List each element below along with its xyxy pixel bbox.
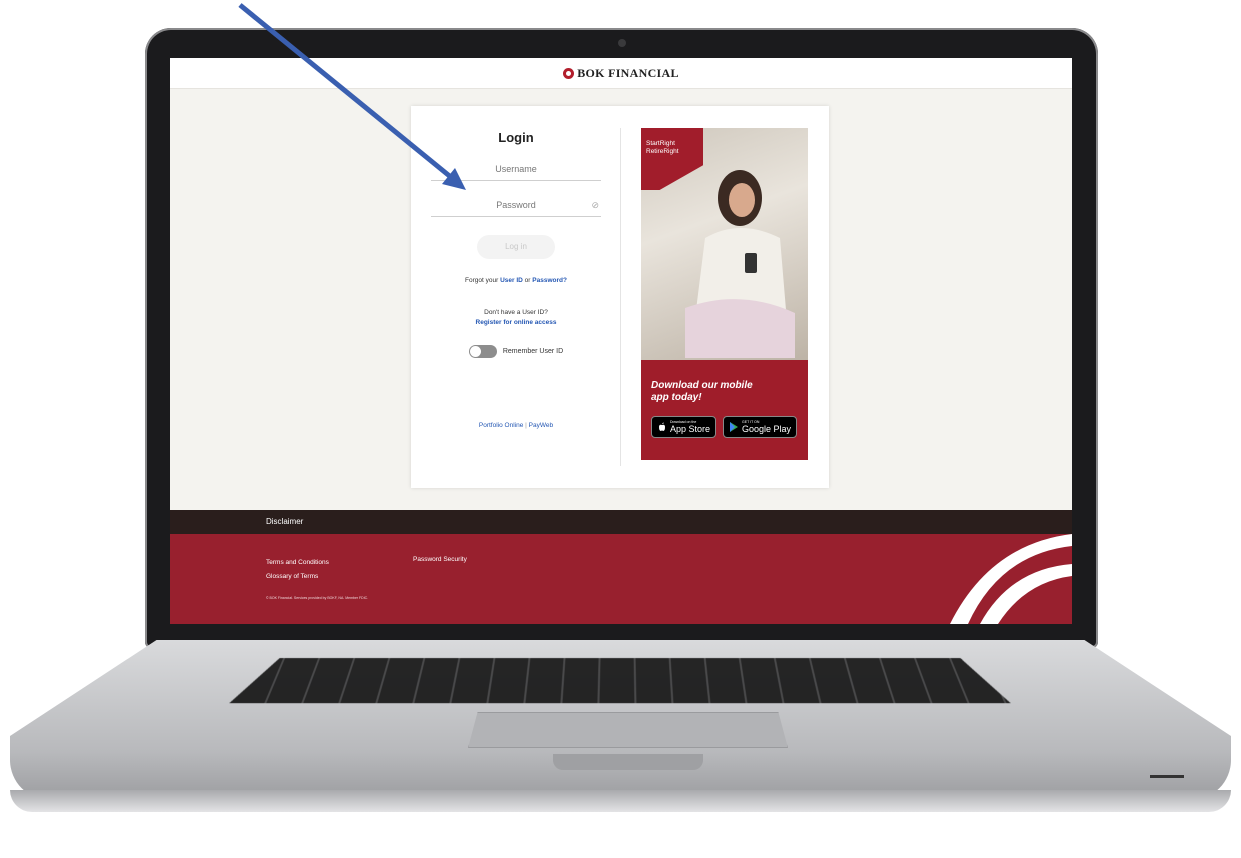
brand-name: BOK FINANCIAL — [577, 65, 679, 80]
tag-line-2: RetireRight — [646, 148, 679, 155]
site-header: BOK FINANCIAL — [170, 58, 1072, 89]
promo-headline: Download our mobile app today! — [651, 380, 753, 404]
forgot-prefix: Forgot your — [465, 277, 499, 284]
remember-user-id[interactable]: Remember User ID — [431, 345, 601, 358]
link-separator: | — [525, 422, 527, 429]
app-store-big-text: App Store — [670, 424, 711, 434]
lid-notch — [553, 754, 703, 770]
site-footer: Terms and Conditions Glossary of Terms P… — [170, 534, 1072, 624]
app-promo-banner[interactable]: StartRight RetireRight Download our mobi… — [641, 128, 808, 460]
card-divider — [620, 128, 621, 466]
webcam — [618, 39, 626, 47]
bottom-links: Portfolio Online | PayWeb — [431, 422, 601, 429]
payweb-link[interactable]: PayWeb — [529, 422, 553, 429]
footer-stripes-graphic — [950, 534, 1072, 624]
password-field[interactable]: Password ⊘ — [431, 194, 601, 217]
disclaimer-bar[interactable]: Disclaimer — [170, 510, 1072, 534]
username-field[interactable]: Username — [431, 158, 601, 181]
password-placeholder: Password — [496, 200, 536, 210]
promo-headline-line-1: Download our mobile — [651, 380, 753, 391]
app-store-badge[interactable]: Download on the App Store — [651, 416, 717, 438]
tag-line-1: StartRight — [646, 140, 675, 147]
disclaimer-label: Disclaimer — [266, 517, 304, 526]
app-badges: Download on the App Store GET IT ON Goog… — [651, 416, 798, 438]
eye-slash-icon[interactable]: ⊘ — [591, 194, 599, 216]
password-security-link[interactable]: Password Security — [413, 556, 467, 563]
username-placeholder: Username — [495, 164, 537, 174]
google-play-badge[interactable]: GET IT ON Google Play — [723, 416, 798, 438]
bok-logo-icon — [563, 67, 575, 79]
remember-toggle[interactable] — [468, 345, 497, 358]
google-play-big-text: Google Play — [742, 424, 792, 434]
laptop-base-edge — [10, 790, 1231, 812]
login-title: Login — [498, 130, 534, 145]
terms-link[interactable]: Terms and Conditions — [266, 556, 329, 570]
copyright-text: © BOK Financial. Services provided by BO… — [266, 596, 369, 600]
glossary-link[interactable]: Glossary of Terms — [266, 570, 329, 584]
login-form: Login Username Password ⊘ Log in Forgot … — [431, 106, 601, 429]
footer-links-left: Terms and Conditions Glossary of Terms — [266, 556, 329, 584]
forgot-password-link[interactable]: Password? — [532, 277, 567, 284]
portfolio-online-link[interactable]: Portfolio Online — [479, 422, 523, 429]
status-led — [1150, 775, 1184, 778]
keyboard — [229, 658, 1010, 703]
remember-label: Remember User ID — [502, 348, 564, 355]
promo-headline-line-2: app today! — [651, 392, 702, 403]
forgot-or: or — [524, 277, 531, 284]
google-play-icon — [730, 422, 739, 432]
no-user-id-text: Don't have a User ID? — [484, 309, 548, 316]
login-card: Login Username Password ⊘ Log in Forgot … — [411, 106, 829, 488]
login-button[interactable]: Log in — [477, 235, 555, 259]
forgot-user-id-link[interactable]: User ID — [500, 277, 523, 284]
trackpad — [468, 712, 788, 748]
woman-with-phone-image — [685, 170, 795, 358]
browser-screen: BOK FINANCIAL Login Username Password ⊘ … — [170, 58, 1072, 624]
register-link[interactable]: Register for online access — [431, 319, 601, 326]
bok-logo[interactable]: BOK FINANCIAL — [563, 66, 679, 81]
apple-icon — [659, 422, 665, 431]
forgot-credentials: Forgot your User ID or Password? — [431, 277, 601, 284]
